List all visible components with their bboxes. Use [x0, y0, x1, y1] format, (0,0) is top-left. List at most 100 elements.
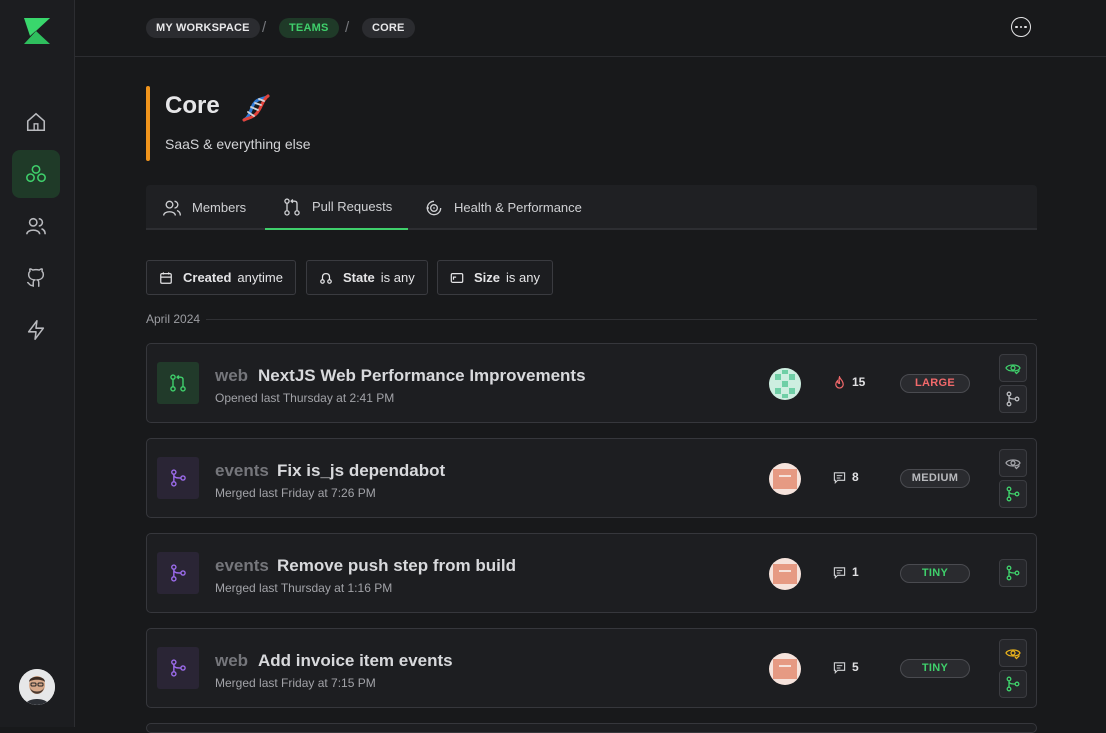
- size-badge: TINY: [900, 564, 970, 583]
- breadcrumb-separator: /: [262, 19, 267, 36]
- merge-icon: [1006, 676, 1020, 692]
- pr-repo: events: [215, 556, 269, 575]
- team-accent-bar: [146, 86, 150, 161]
- nav-home[interactable]: [12, 98, 60, 146]
- author-avatar[interactable]: [769, 368, 801, 400]
- home-icon: [26, 112, 46, 132]
- eye-check-icon: [1005, 459, 1021, 470]
- users-icon: [26, 217, 46, 235]
- group-label: April 2024: [146, 312, 201, 326]
- size-badge: MEDIUM: [900, 469, 970, 488]
- state-icon: [320, 272, 332, 284]
- team-tabs: Members Pull Requests Health & Performan…: [146, 185, 1037, 230]
- pr-stat-value: 5: [852, 660, 859, 674]
- author-avatar[interactable]: [769, 558, 801, 590]
- pr-meta: Merged last Thursday at 1:16 PM: [215, 581, 393, 595]
- filter-created[interactable]: Created anytime: [146, 260, 296, 295]
- group-divider: [206, 319, 1037, 320]
- filter-state-key: State: [343, 270, 375, 285]
- dna-icon: [238, 90, 274, 126]
- breadcrumb-separator: /: [345, 19, 350, 36]
- sidebar: [0, 0, 75, 727]
- merge-icon: [1006, 565, 1020, 581]
- tab-members-label: Members: [192, 200, 247, 215]
- pr-stat: 5: [833, 660, 859, 674]
- size-badge: TINY: [900, 659, 970, 678]
- merge-status-button[interactable]: [999, 670, 1027, 698]
- nav-teams[interactable]: [12, 150, 60, 198]
- pull-request-card[interactable]: web NextJS Web Performance Improvements …: [146, 343, 1037, 423]
- filter-size-value: is any: [506, 270, 540, 285]
- tab-pull-requests-label: Pull Requests: [312, 199, 393, 214]
- pr-open-icon: [157, 362, 199, 404]
- breadcrumb-core[interactable]: CORE: [362, 18, 415, 38]
- pr-meta: Merged last Friday at 7:15 PM: [215, 676, 376, 690]
- review-status-button[interactable]: [999, 639, 1027, 667]
- filter-created-value: anytime: [237, 270, 283, 285]
- review-status-button[interactable]: [999, 354, 1027, 382]
- size-icon: [450, 272, 464, 283]
- eye-pending-icon: [1005, 649, 1021, 660]
- breadcrumb-workspace[interactable]: MY WORKSPACE: [146, 18, 260, 38]
- author-avatar[interactable]: [769, 653, 801, 685]
- pull-request-card[interactable]: [146, 723, 1037, 733]
- filter-size[interactable]: Size is any: [437, 260, 553, 295]
- tab-health-performance-label: Health & Performance: [454, 200, 582, 215]
- nav-github[interactable]: [12, 254, 60, 302]
- pull-request-card[interactable]: web Add invoice item events Merged last …: [146, 628, 1037, 708]
- team-description: SaaS & everything else: [165, 136, 311, 152]
- filter-created-key: Created: [183, 270, 232, 285]
- author-avatar[interactable]: [769, 463, 801, 495]
- pr-stat: 15: [833, 375, 865, 389]
- lightning-icon: [27, 320, 45, 340]
- pr-repo: web: [215, 651, 249, 670]
- pr-meta: Opened last Thursday at 2:41 PM: [215, 391, 395, 405]
- pr-meta: Merged last Friday at 7:26 PM: [215, 486, 376, 500]
- flame-icon: [835, 375, 844, 389]
- filter-size-key: Size: [474, 270, 501, 285]
- more-options-button[interactable]: [1011, 17, 1031, 37]
- pr-title[interactable]: Fix is_js dependabot: [277, 461, 445, 481]
- filter-state[interactable]: State is any: [306, 260, 428, 295]
- members-icon: [163, 200, 181, 216]
- pr-title[interactable]: Add invoice item events: [258, 651, 453, 671]
- tab-health-performance[interactable]: Health & Performance: [424, 185, 582, 230]
- size-badge: LARGE: [900, 374, 970, 393]
- calendar-icon: [160, 271, 172, 284]
- merge-icon: [1006, 391, 1020, 407]
- teams-icon: [26, 164, 46, 183]
- pr-merged-icon: [157, 647, 199, 689]
- user-avatar[interactable]: [19, 669, 55, 705]
- pr-stat: 1: [833, 565, 859, 579]
- pr-stat-value: 1: [852, 565, 859, 579]
- pull-request-card[interactable]: events Fix is_js dependabot Merged last …: [146, 438, 1037, 518]
- pull-request-icon: [284, 197, 300, 216]
- github-icon: [27, 268, 45, 287]
- pr-repo: events: [215, 461, 269, 480]
- pr-repo: web: [215, 366, 249, 385]
- pr-merged-icon: [157, 457, 199, 499]
- merge-status-button[interactable]: [999, 559, 1027, 587]
- pr-stat-value: 15: [852, 375, 866, 389]
- nav-members[interactable]: [12, 202, 60, 250]
- comment-icon: [833, 471, 846, 484]
- review-status-button[interactable]: [999, 449, 1027, 477]
- pr-stat-value: 8: [852, 470, 859, 484]
- pull-request-card[interactable]: events Remove push step from build Merge…: [146, 533, 1037, 613]
- pr-stat: 8: [833, 470, 859, 484]
- merge-status-button[interactable]: [999, 480, 1027, 508]
- comment-icon: [833, 661, 846, 674]
- comment-icon: [833, 566, 846, 579]
- pr-title[interactable]: Remove push step from build: [277, 556, 516, 576]
- tab-pull-requests[interactable]: Pull Requests: [265, 185, 409, 230]
- tab-members[interactable]: Members: [162, 185, 246, 230]
- nav-activity[interactable]: [12, 306, 60, 354]
- eye-check-icon: [1005, 364, 1021, 375]
- filter-state-value: is any: [380, 270, 415, 285]
- pr-merged-icon: [157, 552, 199, 594]
- merge-status-button[interactable]: [999, 385, 1027, 413]
- app-logo[interactable]: [22, 16, 52, 46]
- breadcrumb-teams[interactable]: TEAMS: [279, 18, 339, 38]
- gauge-icon: [426, 200, 442, 215]
- pr-title[interactable]: NextJS Web Performance Improvements: [258, 366, 586, 386]
